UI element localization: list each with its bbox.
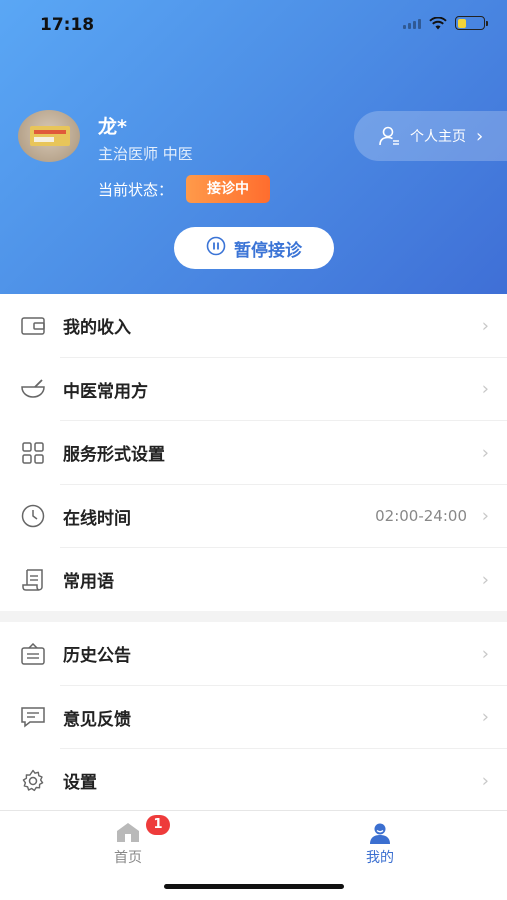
menu-item-feedback[interactable]: 意见反馈 › xyxy=(0,686,507,749)
chevron-right-icon: › xyxy=(476,125,484,147)
status-icons xyxy=(403,16,488,30)
menu-item-common-phrases[interactable]: 常用语 › xyxy=(0,548,507,612)
status-time: 17:18 xyxy=(40,15,95,35)
status-badge: 接诊中 xyxy=(186,175,270,203)
menu-item-settings[interactable]: 设置 › xyxy=(0,749,507,813)
wifi-icon xyxy=(429,16,447,30)
current-status-label: 当前状态： xyxy=(98,181,174,199)
pause-icon xyxy=(206,236,226,261)
scroll-icon xyxy=(20,567,46,593)
user-icon xyxy=(378,125,400,147)
grid-icon xyxy=(20,440,46,466)
tab-home-label: 首页 xyxy=(114,850,142,866)
menu-item-announcements[interactable]: 历史公告 › xyxy=(0,622,507,686)
chevron-right-icon: › xyxy=(481,505,489,527)
pause-consultation-label: 暂停接诊 xyxy=(234,240,302,261)
menu-label-service-settings: 服务形式设置 xyxy=(63,445,165,466)
chevron-right-icon: › xyxy=(481,770,489,792)
user-profile-icon xyxy=(340,821,420,845)
menu-label-settings: 设置 xyxy=(63,773,97,794)
clock-icon xyxy=(20,503,46,529)
avatar[interactable] xyxy=(18,110,80,162)
doctor-name: 龙* xyxy=(98,116,127,138)
doctor-title: 主治医师 中医 xyxy=(98,145,193,163)
home-indicator xyxy=(164,884,344,889)
tab-mine[interactable]: 我的 xyxy=(340,821,420,867)
pause-consultation-button[interactable]: 暂停接诊 xyxy=(174,227,334,269)
feedback-icon xyxy=(20,704,46,730)
profile-header: 17:18 龙* 主治医师 中医 当前状态： 接诊中 个人主页 › 暂停接诊 xyxy=(0,0,507,294)
chevron-right-icon: › xyxy=(481,569,489,591)
menu-label-announcements: 历史公告 xyxy=(63,646,131,667)
mortar-icon xyxy=(20,376,46,402)
menu-item-online-time[interactable]: 在线时间 02:00-24:00 › xyxy=(0,485,507,548)
menu-group-secondary: 历史公告 › 意见反馈 › 设置 › xyxy=(0,622,507,813)
chevron-right-icon: › xyxy=(481,706,489,728)
personal-homepage-label: 个人主页 xyxy=(410,129,466,145)
chevron-right-icon: › xyxy=(481,643,489,665)
wallet-icon xyxy=(20,313,46,339)
notification-badge: 1 xyxy=(146,815,170,835)
gear-icon xyxy=(20,768,46,794)
menu-item-service-settings[interactable]: 服务形式设置 › xyxy=(0,421,507,485)
chevron-right-icon: › xyxy=(481,378,489,400)
menu-label-online-time: 在线时间 xyxy=(63,508,131,529)
section-divider xyxy=(0,611,507,622)
menu-group-main: 我的收入 › 中医常用方 › 服务形式设置 › 在线时间 02:00-24:00… xyxy=(0,294,507,612)
menu-item-tcm-prescriptions[interactable]: 中医常用方 › xyxy=(0,358,507,421)
menu-label-common-phrases: 常用语 xyxy=(63,572,114,593)
menu-label-feedback: 意见反馈 xyxy=(63,709,131,730)
personal-homepage-button[interactable]: 个人主页 › xyxy=(354,111,507,161)
chevron-right-icon: › xyxy=(481,315,489,337)
menu-label-tcm-prescriptions: 中医常用方 xyxy=(63,381,148,402)
online-time-value: 02:00-24:00 xyxy=(375,507,467,526)
battery-icon xyxy=(455,16,488,30)
menu-item-income[interactable]: 我的收入 › xyxy=(0,294,507,358)
status-bar: 17:18 xyxy=(0,0,507,50)
notice-icon xyxy=(20,641,46,667)
menu-label-income: 我的收入 xyxy=(63,318,131,339)
tab-mine-label: 我的 xyxy=(366,850,394,866)
chevron-right-icon: › xyxy=(481,442,489,464)
signal-icon xyxy=(403,17,421,29)
